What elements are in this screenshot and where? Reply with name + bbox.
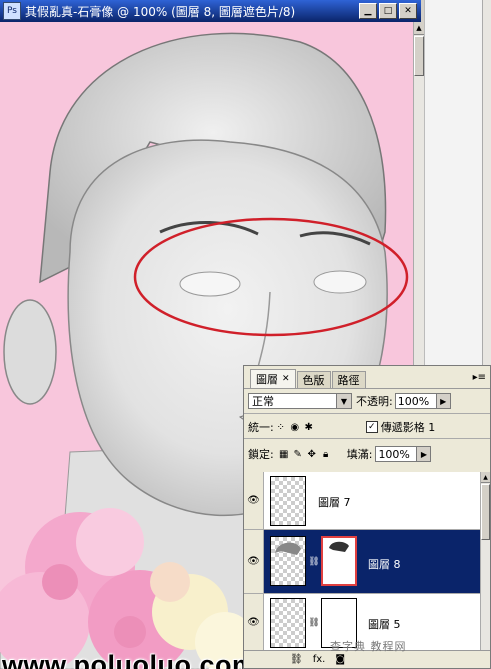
document-window: Ps 其假亂真-石膏像 @ 100% (圖層 8, 圖層遮色片/8) ▁ □ ✕ <box>0 0 491 669</box>
layer-thumbnail <box>270 598 306 648</box>
layer-thumbnail <box>270 476 306 526</box>
tab-paths-label: 路徑 <box>337 374 360 387</box>
fx-icon[interactable]: fx. <box>313 654 326 665</box>
divider <box>244 438 490 439</box>
site-watermark-stamp: 查字典 教程网 <box>330 640 407 653</box>
layer-row-selected[interactable]: 👁︎ ⛓︎ 圖層 8 <box>244 530 480 594</box>
layers-scrollbar[interactable]: ▲ <box>480 472 490 650</box>
tab-channels[interactable]: 色版 <box>296 371 331 388</box>
window-title: 其假亂真-石膏像 @ 100% (圖層 8, 圖層遮色片/8) <box>25 4 296 19</box>
lock-move-icon[interactable]: ✥ <box>306 448 318 460</box>
opacity-slider-button[interactable]: ▶ <box>436 393 451 409</box>
lock-all-icon[interactable]: 🔒︎ <box>320 448 332 460</box>
layer-name: 圖層 7 <box>318 496 351 509</box>
divider <box>244 413 490 414</box>
tab-channels-label: 色版 <box>302 374 325 387</box>
opacity-field[interactable]: 100% <box>394 393 437 409</box>
lock-transparency-icon[interactable]: ▦ <box>278 448 290 460</box>
tab-divider <box>244 388 490 389</box>
fill-label: 填滿: <box>346 448 373 461</box>
layer-thumbnail <box>270 536 306 586</box>
minimize-button[interactable]: ▁ <box>359 3 377 19</box>
tab-layers-label: 圖層 <box>256 373 278 386</box>
close-button[interactable]: ✕ <box>399 3 417 19</box>
mask-shape <box>329 541 349 552</box>
panel-menu-icon[interactable]: ▸≡ <box>473 372 486 383</box>
fill-value: 100% <box>378 447 410 461</box>
workspace-scrollbar[interactable] <box>482 0 491 365</box>
layer-row[interactable]: 👁︎ 圖層 7 <box>244 472 480 530</box>
opacity-value: 100% <box>397 394 430 408</box>
title-bar[interactable]: Ps 其假亂真-石膏像 @ 100% (圖層 8, 圖層遮色片/8) ▁ □ ✕ <box>0 0 421 22</box>
fill-slider-button[interactable]: ▶ <box>417 446 432 462</box>
scroll-thumb[interactable] <box>414 36 424 76</box>
layer-mask-thumbnail[interactable] <box>321 536 357 586</box>
chevron-down-icon: ▼ <box>336 394 351 408</box>
scroll-thumb[interactable] <box>481 484 490 540</box>
eye-icon[interactable]: 👁︎ <box>244 530 264 593</box>
scroll-up-arrow-icon[interactable]: ▲ <box>414 22 424 35</box>
chain-link-icon[interactable]: ⛓︎ <box>308 616 319 630</box>
watermark-text: www.poluoluo.com <box>2 650 257 669</box>
unify-style-icon[interactable]: ✱ <box>303 421 315 433</box>
lock-label: 鎖定: <box>248 448 274 461</box>
blend-mode-select[interactable]: 正常 ▼ <box>248 393 352 409</box>
tab-paths[interactable]: 路徑 <box>331 371 366 388</box>
lock-brush-icon[interactable]: ✎ <box>292 448 304 460</box>
photoshop-document-icon: Ps <box>3 2 21 20</box>
unify-position-icon[interactable]: ⁘ <box>275 421 287 433</box>
maximize-button[interactable]: □ <box>379 3 397 19</box>
scroll-up-arrow-icon[interactable]: ▲ <box>481 472 490 483</box>
close-icon[interactable]: ✕ <box>282 374 290 384</box>
eye-icon[interactable]: 👁︎ <box>244 472 264 529</box>
propagate-frame-checkbox[interactable]: ✓ <box>365 421 378 433</box>
workspace-background <box>424 0 491 365</box>
unify-label: 統一: <box>248 421 274 434</box>
mask-icon[interactable]: ◙ <box>335 654 345 665</box>
tab-layers[interactable]: 圖層 ✕ <box>250 369 296 388</box>
chain-link-icon[interactable]: ⛓︎ <box>308 555 319 569</box>
opacity-label: 不透明: <box>356 395 393 408</box>
eye-icon[interactable]: 👁︎ <box>244 594 264 650</box>
propagate-frame-label: 傳遞影格 1 <box>380 421 436 434</box>
portrait-hair-thumbnail <box>275 542 301 555</box>
blend-mode-value: 正常 <box>252 395 274 408</box>
fill-field[interactable]: 100% <box>375 446 418 462</box>
layers-panel: 圖層 ✕ 色版 路徑 ▸≡ 正常 ▼ 不透明: 100% ▶ 統一: ⁘ ◉ ✱… <box>243 365 491 669</box>
link-icon[interactable]: ⛓︎ <box>290 654 303 665</box>
unify-visibility-icon[interactable]: ◉ <box>289 421 301 433</box>
layer-name: 圖層 8 <box>368 558 401 571</box>
layer-name: 圖層 5 <box>368 618 401 631</box>
layers-list: 👁︎ 圖層 7 👁︎ ⛓︎ 圖層 8 👁︎ ⛓︎ 圖層 5 <box>244 472 480 650</box>
